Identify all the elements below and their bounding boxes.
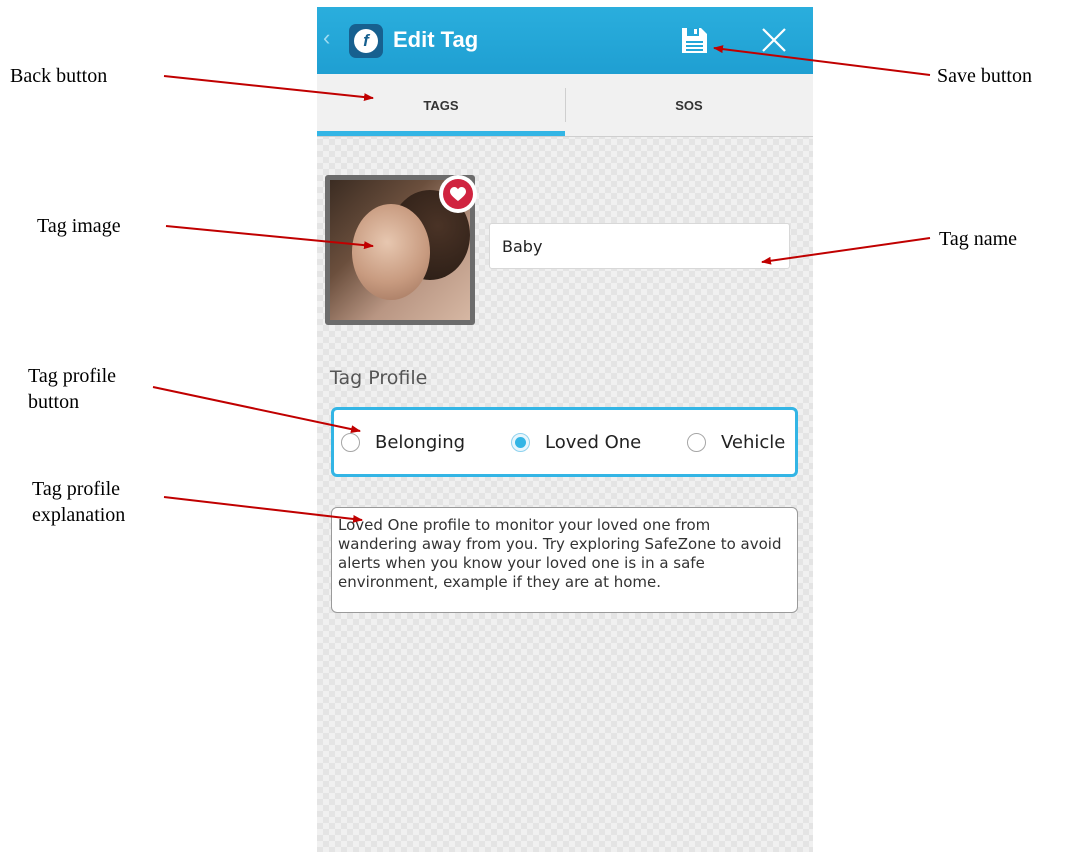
callout-line: button [28,391,80,413]
tab-selected-indicator [317,131,565,136]
favorite-badge[interactable] [439,175,477,213]
photo-face [352,204,430,300]
radio-loved-one[interactable] [511,433,530,452]
callout-line: explanation [32,504,126,526]
radio-label-loved-one[interactable]: Loved One [545,432,641,453]
callout-tag-name: Tag name [939,228,1018,250]
callout-tag-profile-explanation: Tag profile explanation [32,476,125,528]
tag-name-input[interactable]: Baby [489,223,790,269]
callout-save-button: Save button [937,65,1032,87]
action-bar: ‹ f Edit Tag [317,7,813,74]
close-icon[interactable] [759,25,789,55]
tab-tags[interactable]: TAGS [317,74,565,136]
callout-line: Tag profile [32,478,121,500]
callout-tag-profile-button: Tag profile button [28,363,116,415]
heart-icon [450,186,466,201]
tag-profile-heading: Tag Profile [330,367,428,389]
callout-line: Tag profile [28,365,117,387]
radio-label-belonging[interactable]: Belonging [375,432,465,453]
chevron-left-icon[interactable]: ‹ [323,25,330,51]
tag-profile-selector: Belonging Loved One Vehicle [331,407,798,477]
radio-label-vehicle[interactable]: Vehicle [721,432,785,453]
tag-profile-explanation: Loved One profile to monitor your loved … [331,507,798,613]
floppy-disk-icon[interactable] [681,27,708,54]
heart-icon-bg [443,179,473,209]
callout-tag-image: Tag image [37,215,121,237]
phone-screen: ‹ f Edit Tag TAGS SOS Baby Tag Profile B… [317,7,813,852]
radio-belonging[interactable] [341,433,360,452]
callout-back-button: Back button [10,65,108,87]
tab-bar: TAGS SOS [317,74,813,137]
app-logo-glyph: f [354,29,378,53]
page-title: Edit Tag [393,27,479,52]
tab-sos[interactable]: SOS [565,74,813,136]
app-logo-icon[interactable]: f [349,24,383,58]
radio-vehicle[interactable] [687,433,706,452]
tag-image[interactable] [325,175,477,325]
